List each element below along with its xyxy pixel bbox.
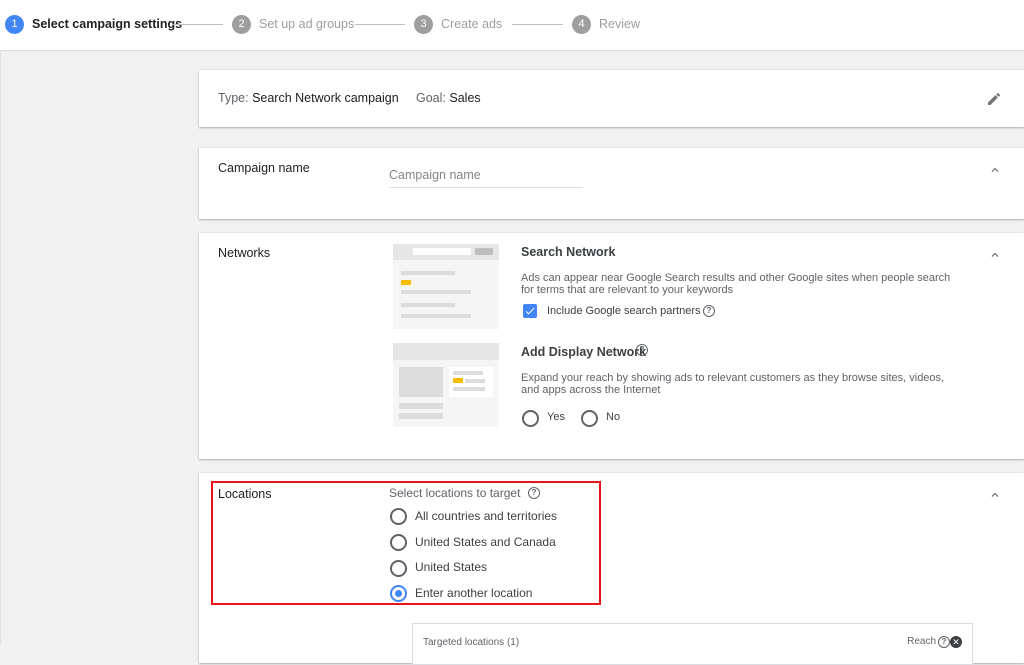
help-icon[interactable]: ? [703,305,715,317]
goal-value: Sales [449,91,481,105]
left-divider [0,50,1,645]
campaign-name-card: Campaign name [199,148,1024,219]
targeted-locations-title: Targeted locations (1) [423,637,520,648]
step-number: 2 [232,14,251,34]
step-set-up-ad-groups[interactable]: 2 Set up ad groups [232,14,354,34]
search-partners-checkbox[interactable] [523,304,537,318]
close-icon[interactable]: ✕ [950,636,962,648]
help-icon[interactable]: ? [938,636,950,648]
step-number: 4 [572,14,591,34]
reach-label: Reach [907,636,936,647]
step-select-campaign-settings[interactable]: 1 Select campaign settings [5,14,182,34]
step-review[interactable]: 4 Review [572,14,640,34]
step-label: Set up ad groups [259,17,355,31]
check-icon [525,307,535,315]
display-network-yes-radio[interactable] [522,410,539,427]
goal-label: Goal: [416,91,446,105]
campaign-goal: Goal: Sales [416,91,481,105]
step-connector [355,24,405,25]
campaign-stepper: 1 Select campaign settings 2 Set up ad g… [0,0,1024,51]
targeted-locations-panel: Targeted locations (1) Reach ? ✕ [412,623,973,665]
display-network-description: Expand your reach by showing ads to rele… [521,372,945,396]
campaign-name-title: Campaign name [218,161,310,175]
edit-pencil-icon[interactable] [986,91,1002,107]
step-connector [173,24,223,25]
step-create-ads[interactable]: 3 Create ads [414,14,502,34]
search-network-illustration [393,244,499,329]
search-network-description: Ads can appear near Google Search result… [521,272,951,296]
help-icon[interactable]: ? [636,344,648,356]
step-label: Create ads [441,17,503,31]
chevron-up-icon[interactable] [988,488,1002,502]
search-network-title: Search Network [521,245,616,259]
networks-card: Networks Search Network Ads can appear n… [199,233,1024,459]
step-number: 3 [414,14,433,34]
type-value: Search Network campaign [252,91,399,105]
campaign-type-card: Type: Search Network campaign Goal: Sale… [199,70,1024,127]
display-network-title: Add Display Network [521,345,647,359]
networks-title: Networks [218,246,271,260]
highlight-box [211,481,601,605]
display-network-illustration [393,343,499,427]
display-network-no-label[interactable]: No [606,411,620,423]
step-connector [512,24,563,25]
type-label: Type: [218,91,249,105]
display-network-yes-label[interactable]: Yes [547,411,565,423]
campaign-type: Type: Search Network campaign [218,91,399,105]
step-label: Review [599,17,640,31]
step-number: 1 [5,14,24,34]
chevron-up-icon[interactable] [988,163,1002,177]
search-partners-label[interactable]: Include Google search partners [547,305,700,317]
display-network-no-radio[interactable] [581,410,598,427]
chevron-up-icon[interactable] [988,248,1002,262]
step-label: Select campaign settings [32,17,183,31]
locations-card: Locations Select locations to target ? A… [199,473,1024,665]
campaign-name-input[interactable] [389,163,583,188]
